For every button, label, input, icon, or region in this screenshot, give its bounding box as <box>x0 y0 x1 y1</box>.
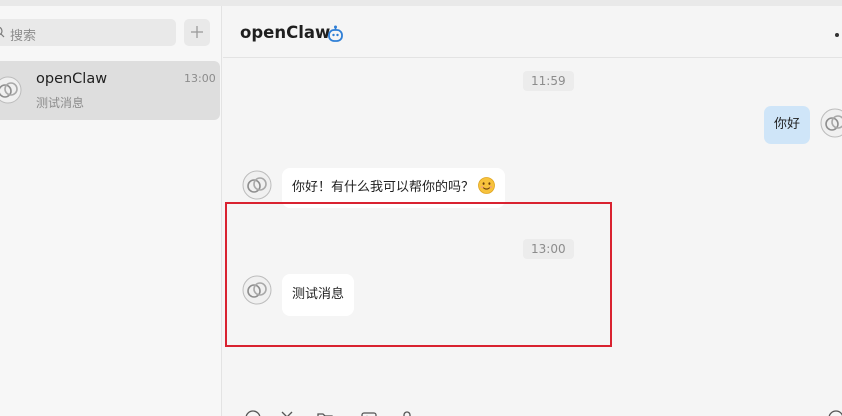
bot-message-text: 你好！有什么我可以帮你的吗？ <box>292 180 475 195</box>
bot-avatar <box>242 275 272 305</box>
test-message-bubble: 测试消息 <box>282 274 355 316</box>
app-window: 搜索 openClaw 13:00 测试消息 openClaw 11:59 你好… <box>0 0 842 416</box>
bot-avatar <box>242 170 272 200</box>
chat-preview: 测试消息 <box>36 96 85 110</box>
mic-icon[interactable] <box>399 408 415 416</box>
plus-icon <box>191 26 203 38</box>
my-avatar <box>820 108 842 138</box>
search-placeholder: 搜索 <box>10 29 37 44</box>
timestamp: 11:59 <box>523 71 574 91</box>
more-icon[interactable] <box>835 33 839 37</box>
search-input[interactable]: 搜索 <box>0 19 176 46</box>
chat-name: openClaw <box>36 71 108 87</box>
chat-title: openClaw <box>240 23 331 42</box>
smile-emoji <box>478 177 495 194</box>
my-message-bubble: 你好 <box>764 106 811 144</box>
emoji-icon[interactable] <box>245 408 261 416</box>
bot-icon <box>328 25 343 42</box>
search-icon <box>0 26 5 38</box>
image-icon[interactable] <box>361 408 377 416</box>
add-chat-button[interactable] <box>184 19 210 46</box>
chat-time: 13:00 <box>184 72 216 85</box>
avatar <box>0 76 22 104</box>
sidebar: 搜索 openClaw 13:00 测试消息 <box>0 6 222 416</box>
folder-icon[interactable] <box>317 408 333 416</box>
chat-header: openClaw <box>223 6 842 58</box>
timestamp: 13:00 <box>523 239 574 259</box>
chat-list-item-openclaw[interactable]: openClaw 13:00 测试消息 <box>0 61 220 120</box>
highlight-box <box>225 202 612 347</box>
chat-icon[interactable] <box>826 408 842 416</box>
chat-panel: openClaw 11:59 你好 你好！有什么我可以帮你的吗？ 13:00 测… <box>223 6 842 416</box>
scissors-icon[interactable] <box>279 408 295 416</box>
